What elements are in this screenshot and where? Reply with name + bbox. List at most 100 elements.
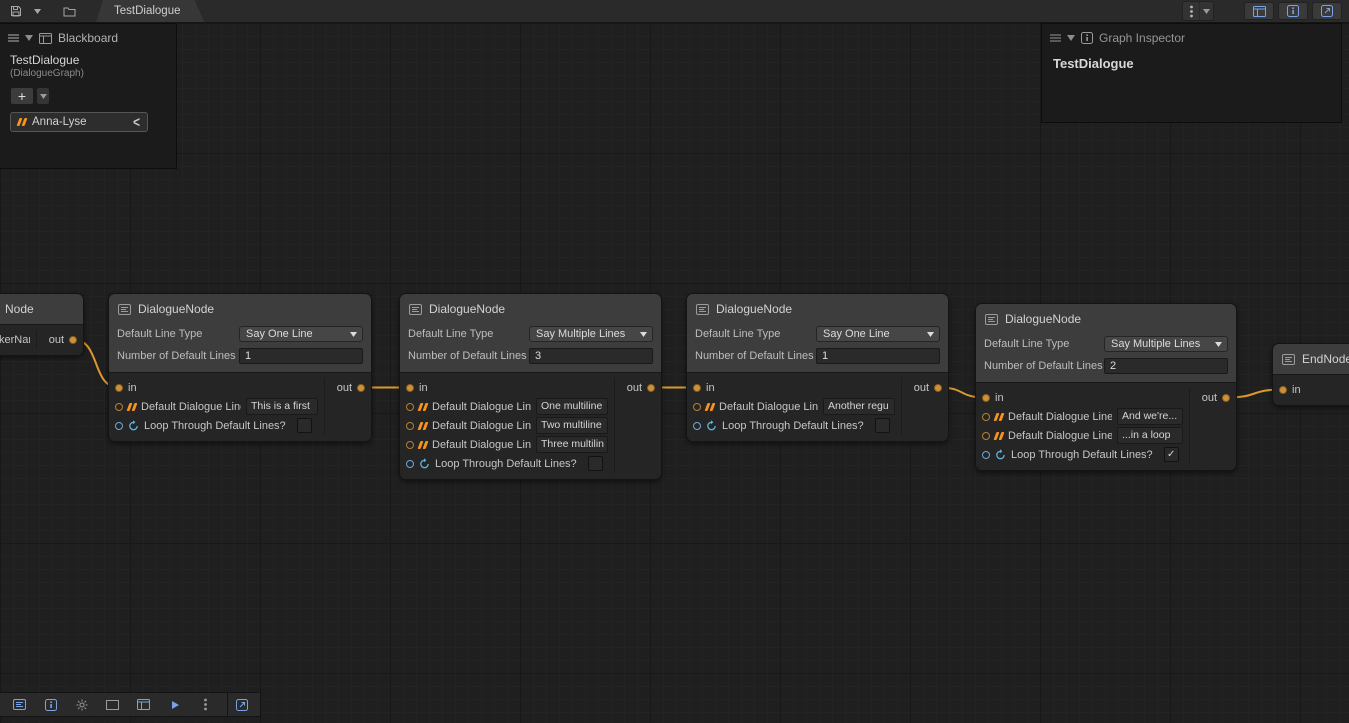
toggle-blackboard-button[interactable] — [1244, 2, 1274, 20]
property-label: Default Line Type — [408, 328, 529, 340]
node-end[interactable]: EndNodein — [1272, 343, 1349, 406]
port-dot-empty[interactable] — [406, 460, 414, 468]
node-title-bar[interactable]: DialogueNode — [109, 294, 371, 324]
dialogue-line-label: Default Dialogue Line 1 — [432, 401, 531, 413]
add-property-dropdown[interactable] — [36, 87, 50, 105]
input-column: inDefault Dialogue LineAnother reguLoop … — [687, 378, 901, 435]
port-dot-empty[interactable] — [115, 422, 123, 430]
number-of-lines-field[interactable]: 3 — [529, 348, 653, 364]
open-preview-button[interactable] — [1312, 2, 1342, 20]
bottombar-open-window-button[interactable] — [227, 693, 256, 716]
blackboard-field-anna-lyse[interactable]: Anna-Lyse < — [10, 112, 148, 132]
save-button[interactable] — [4, 0, 28, 22]
node-type-icon — [118, 304, 131, 315]
inspector-header[interactable]: Graph Inspector — [1042, 24, 1341, 50]
port-dot-empty[interactable] — [982, 432, 990, 440]
number-of-lines-field[interactable]: 2 — [1104, 358, 1228, 374]
input-column: inDefault Dialogue Line 1One multilineDe… — [400, 378, 614, 473]
port-dot-empty[interactable] — [406, 422, 414, 430]
bottombar-inspector-toggle-button[interactable] — [35, 693, 66, 716]
port-dot[interactable] — [115, 384, 123, 392]
node-speaker[interactable]: NodekerNameout — [0, 293, 84, 356]
collapse-arrow-icon[interactable] — [1067, 35, 1075, 41]
port-dot-empty[interactable] — [693, 403, 701, 411]
port-dot-empty[interactable] — [406, 441, 414, 449]
dialogue-quote-icon — [419, 441, 427, 449]
node-title-bar[interactable]: DialogueNode — [976, 304, 1236, 334]
loop-checkbox[interactable] — [588, 456, 603, 471]
number-of-lines-field[interactable]: 1 — [816, 348, 940, 364]
port-in-label: in — [128, 382, 137, 394]
node-d4[interactable]: DialogueNodeDefault Line TypeSay Multipl… — [975, 303, 1237, 471]
node-title-bar[interactable]: DialogueNode — [400, 294, 661, 324]
loop-checkbox[interactable] — [875, 418, 890, 433]
port-dot[interactable] — [1279, 386, 1287, 394]
property-label: Number of Default Lines — [117, 350, 239, 362]
port-dot-empty[interactable] — [982, 451, 990, 459]
number-of-lines-field[interactable]: 1 — [239, 348, 363, 364]
dialogue-line-field[interactable]: Three multilin — [536, 436, 608, 453]
node-d2[interactable]: DialogueNode Default Line TypeSay Multipl… — [399, 293, 662, 480]
line-type-dropdown[interactable]: Say One Line — [816, 326, 940, 342]
node-title-bar[interactable]: Node — [0, 294, 83, 324]
node-title-bar[interactable]: DialogueNode — [687, 294, 948, 324]
port-dot[interactable] — [693, 384, 701, 392]
loop-checkbox[interactable] — [297, 418, 312, 433]
dialogue-line-field[interactable]: ...in a loop — [1117, 427, 1183, 444]
port-dot-empty[interactable] — [115, 403, 123, 411]
loop-label: Loop Through Default Lines? — [722, 420, 864, 432]
dialogue-line-field[interactable]: Two multiline — [536, 417, 608, 434]
save-dropdown-button[interactable] — [28, 0, 47, 22]
chevron-down-icon — [350, 332, 357, 337]
port-row-in: in — [400, 378, 614, 397]
graph-inspector-panel[interactable]: Graph Inspector TestDialogue — [1041, 23, 1342, 123]
bottombar-blackboard-toggle-button[interactable] — [4, 693, 35, 716]
toggle-inspector-button[interactable] — [1278, 2, 1308, 20]
add-property-button[interactable]: + — [10, 87, 34, 105]
blackboard-panel[interactable]: Blackboard TestDialogue (DialogueGraph) … — [0, 23, 177, 169]
node-d1[interactable]: DialogueNode Default Line TypeSay One Lin… — [108, 293, 372, 442]
port-dot-empty[interactable] — [406, 403, 414, 411]
open-asset-button[interactable] — [57, 0, 82, 22]
port-dot[interactable] — [982, 394, 990, 402]
dialogue-line-field[interactable]: Another regu — [823, 398, 895, 415]
dialogue-line-row: Default Dialogue LineAnother regu — [687, 397, 901, 416]
port-dot[interactable] — [1222, 394, 1230, 402]
dialogue-line-field[interactable]: And we're... — [1117, 408, 1183, 425]
port-row-out: out — [325, 378, 371, 397]
port-dot-empty[interactable] — [982, 413, 990, 421]
node-title-bar[interactable]: EndNode — [1273, 344, 1349, 374]
property-label: Default Line Type — [117, 328, 239, 340]
bottombar-minimap-button[interactable] — [97, 693, 128, 716]
line-type-dropdown[interactable]: Say Multiple Lines — [529, 326, 653, 342]
loop-row: Loop Through Default Lines? — [687, 416, 901, 435]
line-type-dropdown[interactable]: Say Multiple Lines — [1104, 336, 1228, 352]
collapse-left-icon[interactable]: < — [133, 113, 140, 131]
property-label: Number of Default Lines — [408, 350, 529, 362]
blackboard-graph-name: TestDialogue — [0, 50, 176, 67]
loop-checkbox[interactable]: ✓ — [1164, 447, 1179, 462]
node-d3[interactable]: DialogueNodeDefault Line TypeSay One Lin… — [686, 293, 949, 442]
port-dot[interactable] — [69, 336, 77, 344]
bottombar-more-options-button[interactable] — [190, 693, 221, 716]
graph-canvas[interactable]: NodekerNameoutDialogueNodeDefault Line T… — [0, 23, 1349, 723]
overflow-menu-button[interactable] — [1182, 1, 1214, 21]
port-dot[interactable] — [647, 384, 655, 392]
bottombar-blackboard-panel-button[interactable] — [128, 693, 159, 716]
blackboard-header[interactable]: Blackboard — [0, 24, 176, 50]
collapse-arrow-icon[interactable] — [25, 35, 33, 41]
dialogue-line-field[interactable]: This is a first — [246, 398, 318, 415]
node-ports: inDefault Dialogue LineThis is a firstLo… — [109, 372, 371, 441]
bottombar-preview-play-button[interactable] — [159, 693, 190, 716]
field-row: kerName — [0, 330, 36, 349]
port-dot[interactable] — [934, 384, 942, 392]
port-dot-empty[interactable] — [693, 422, 701, 430]
property-label: Number of Default Lines — [984, 360, 1104, 372]
node-ports: kerNameout — [0, 324, 83, 355]
line-type-dropdown[interactable]: Say One Line — [239, 326, 363, 342]
port-dot[interactable] — [357, 384, 365, 392]
tab-testdialogue[interactable]: TestDialogue — [96, 0, 204, 22]
bottombar-tools-button[interactable] — [66, 693, 97, 716]
dialogue-line-field[interactable]: One multiline — [536, 398, 608, 415]
port-dot[interactable] — [406, 384, 414, 392]
